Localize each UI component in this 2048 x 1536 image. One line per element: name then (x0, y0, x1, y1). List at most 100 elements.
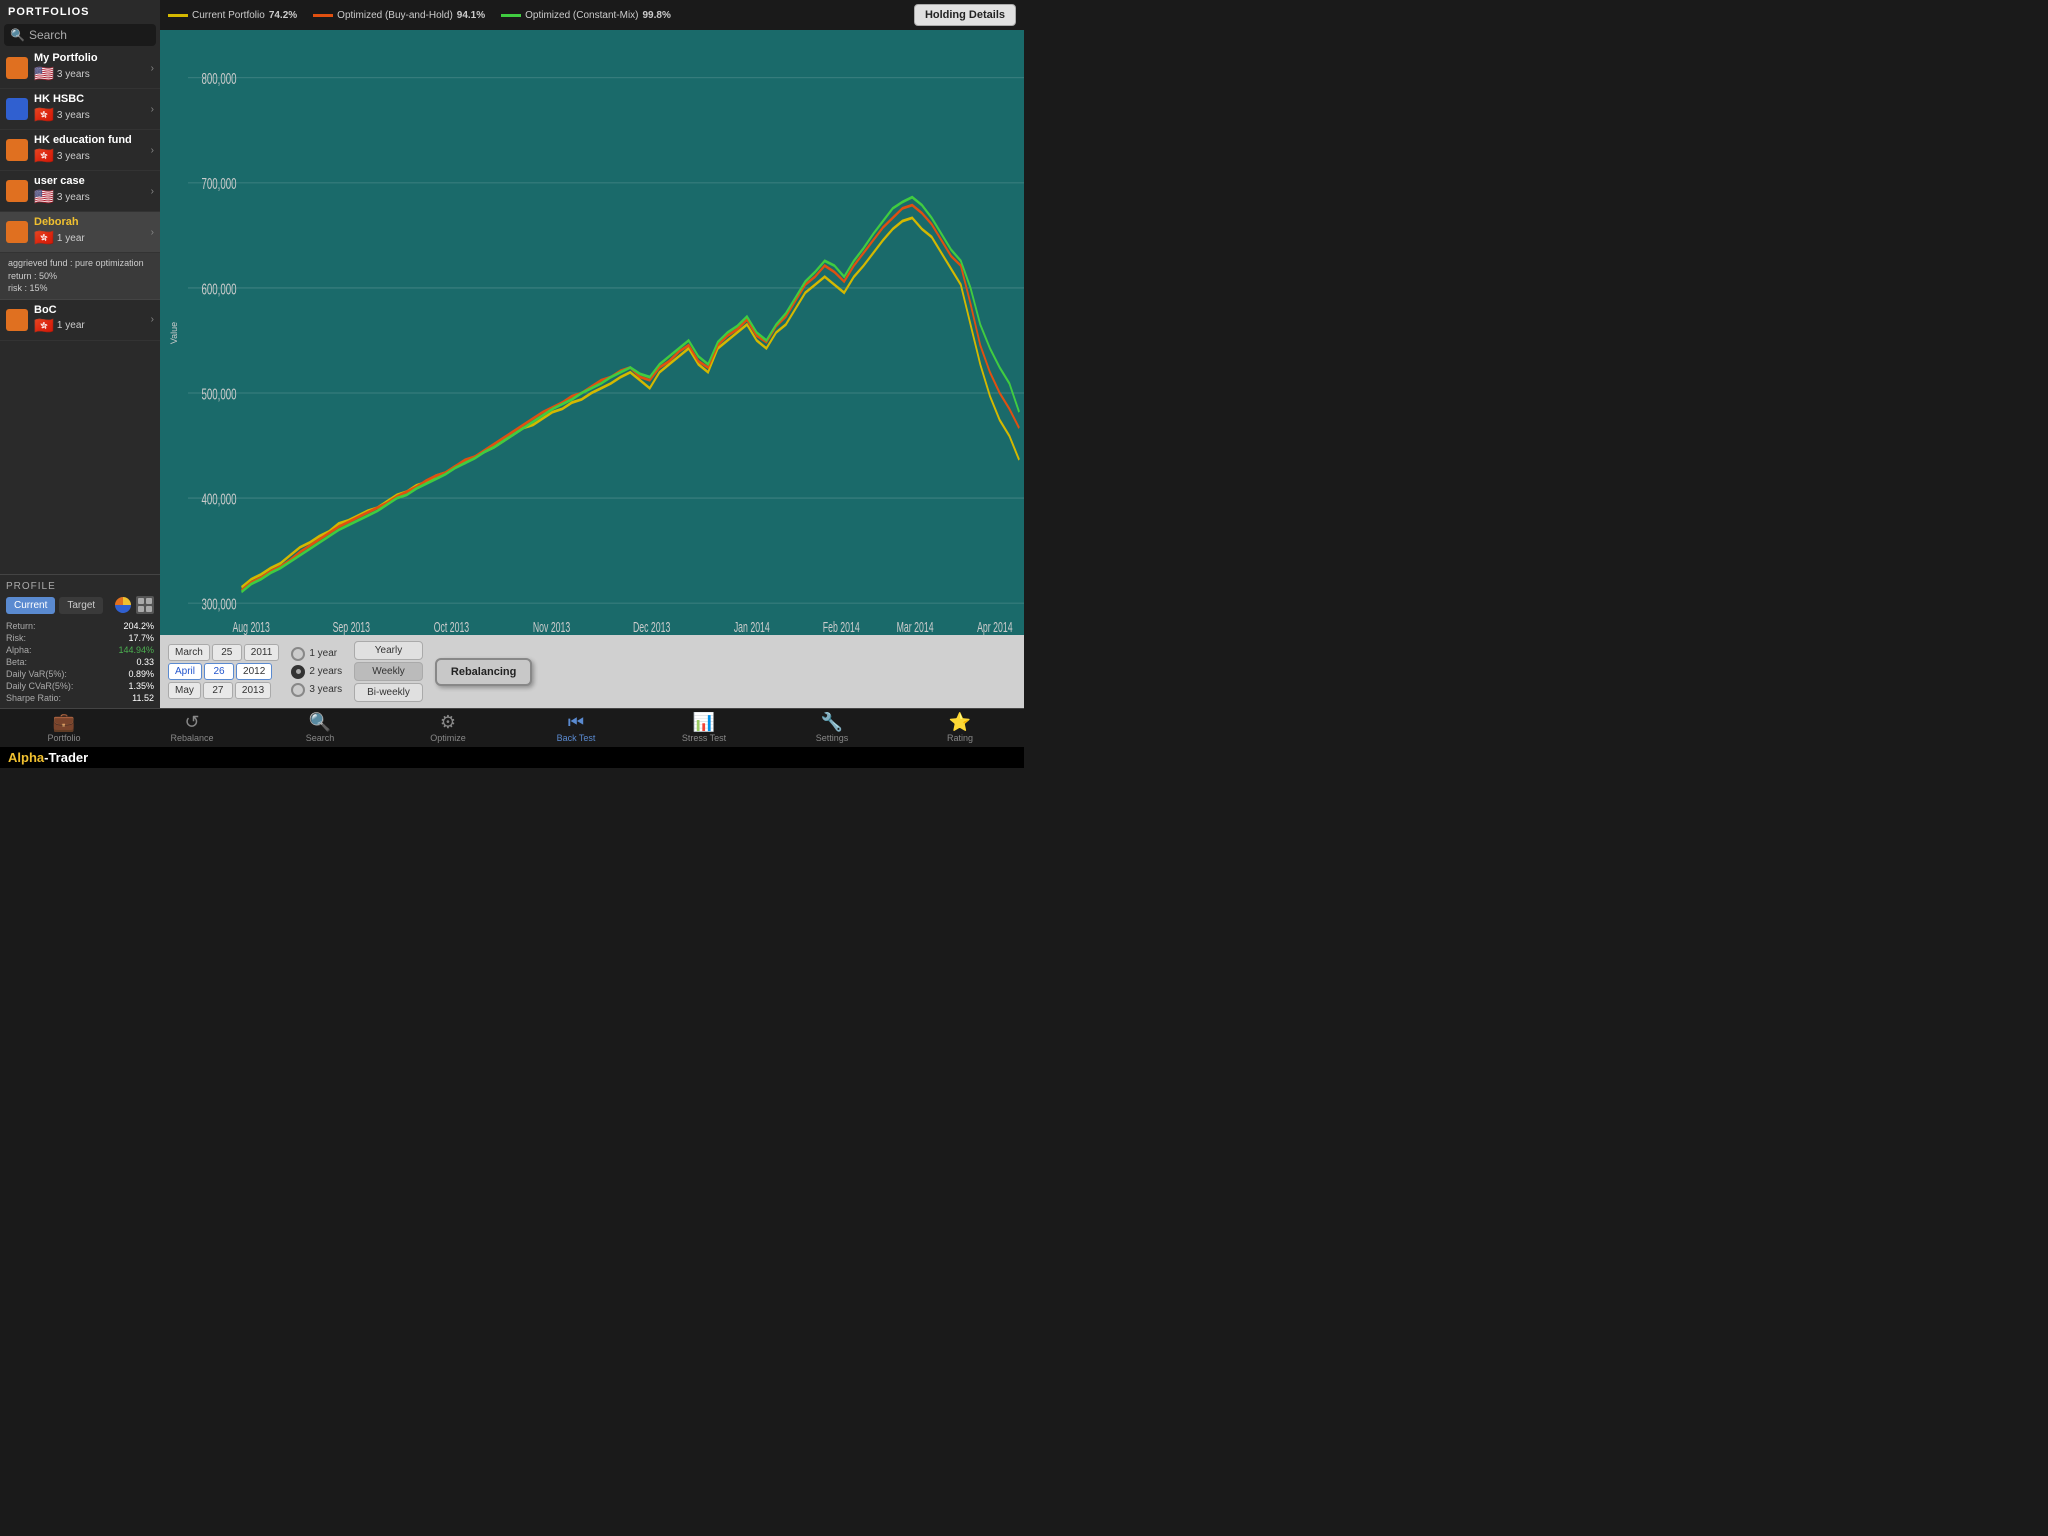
month-3[interactable]: May (168, 682, 201, 699)
flag-deborah: 🇭🇰 (34, 228, 54, 248)
portfolio-name-deborah: Deborah (34, 216, 151, 228)
svg-text:Oct 2013: Oct 2013 (434, 619, 470, 635)
radio-1-year (291, 647, 305, 661)
month-2[interactable]: April (168, 663, 202, 680)
year-2[interactable]: 2012 (236, 663, 272, 680)
years-user-case: 3 years (57, 192, 90, 203)
freq-weekly[interactable]: Weekly (354, 662, 423, 681)
profile-stats: Return: 204.2% Risk: 17.7% Alpha: 144.94… (6, 620, 154, 704)
svg-text:700,000: 700,000 (201, 175, 236, 193)
legend-color-constant-mix (501, 14, 521, 17)
period-3-years[interactable]: 3 years (291, 683, 342, 697)
chevron-hk-hsbc: › (151, 104, 154, 115)
legend-color-buy-hold (313, 14, 333, 17)
grid-icon[interactable] (136, 596, 154, 614)
y-axis-label: Value (169, 321, 179, 343)
nav-portfolio[interactable]: 💼 Portfolio (0, 709, 128, 747)
day-1[interactable]: 25 (212, 644, 242, 661)
nav-optimize[interactable]: ⚙ Optimize (384, 709, 512, 747)
chart-legend: Current Portfolio 74.2% Optimized (Buy-a… (160, 0, 1024, 30)
nav-search-label: Search (306, 733, 335, 743)
sidebar: PORTFOLIOS 🔍 Search My Portfolio 🇺🇸 3 ye… (0, 0, 160, 708)
year-1[interactable]: 2011 (244, 644, 280, 661)
stat-alpha: Alpha: 144.94% (6, 644, 154, 656)
holding-details-button[interactable]: Holding Details (914, 4, 1016, 26)
portfolio-item-boc[interactable]: BoC 🇭🇰 1 year › (0, 300, 160, 341)
portfolio-color-user-case (6, 180, 28, 202)
stat-beta: Beta: 0.33 (6, 656, 154, 668)
month-1[interactable]: March (168, 644, 210, 661)
years-deborah: 1 year (57, 233, 85, 244)
svg-text:Mar 2014: Mar 2014 (897, 619, 934, 635)
profile-view-icons (114, 596, 154, 614)
nav-stresstest[interactable]: 📊 Stress Test (640, 709, 768, 747)
legend-buy-hold: Optimized (Buy-and-Hold) 94.1% (313, 10, 485, 21)
legend-current: Current Portfolio 74.2% (168, 10, 297, 21)
rebalance-icon: ↺ (184, 713, 199, 731)
portfolio-item-hk-education[interactable]: HK education fund 🇭🇰 3 years › (0, 130, 160, 171)
period-1-year[interactable]: 1 year (291, 647, 342, 661)
years-my-portfolio: 3 years (57, 69, 90, 80)
flag-hk-hsbc: 🇭🇰 (34, 105, 54, 125)
chart-wrapper: Value 800,000 7 (160, 30, 1024, 635)
nav-rebalance-label: Rebalance (170, 733, 213, 743)
nav-search[interactable]: 🔍 Search (256, 709, 384, 747)
freq-biweekly[interactable]: Bi-weekly (354, 683, 423, 702)
svg-text:Apr 2014: Apr 2014 (977, 619, 1013, 635)
main-chart: 800,000 700,000 600,000 500,000 400,000 … (188, 30, 1024, 635)
date-picker: March 25 2011 April 26 2012 (168, 644, 279, 699)
period-3-years-label: 3 years (309, 684, 342, 695)
nav-backtest[interactable]: ⏮ Back Test (512, 709, 640, 747)
nav-rebalance[interactable]: ↺ Rebalance (128, 709, 256, 747)
app-title-alpha: Alpha (8, 750, 44, 765)
portfolio-color-boc (6, 309, 28, 331)
period-2-years-label: 2 years (309, 666, 342, 677)
bottom-navigation: 💼 Portfolio ↺ Rebalance 🔍 Search ⚙ Optim… (0, 708, 1024, 747)
portfolio-item-user-case[interactable]: user case 🇺🇸 3 years › (0, 171, 160, 212)
portfolio-color-hk-hsbc (6, 98, 28, 120)
nav-backtest-label: Back Test (557, 733, 596, 743)
svg-text:400,000: 400,000 (201, 490, 236, 508)
tab-target[interactable]: Target (59, 597, 103, 614)
tab-current[interactable]: Current (6, 597, 55, 614)
portfolio-item-hk-hsbc[interactable]: HK HSBC 🇭🇰 3 years › (0, 89, 160, 130)
flag-boc: 🇭🇰 (34, 316, 54, 336)
period-1-year-label: 1 year (309, 648, 337, 659)
chevron-deborah: › (151, 227, 154, 238)
portfolio-deborah-expanded: aggrieved fund : pure optimization retur… (0, 253, 160, 300)
nav-settings[interactable]: 🔧 Settings (768, 709, 896, 747)
search-bar[interactable]: 🔍 Search (4, 24, 156, 46)
deborah-description: aggrieved fund : pure optimization retur… (8, 257, 152, 295)
app-title-trader: -Trader (44, 750, 88, 765)
period-2-years[interactable]: 2 years (291, 665, 342, 679)
period-radio-group: 1 year 2 years 3 years (291, 647, 342, 697)
profile-tabs: Current Target (6, 596, 154, 614)
rebalancing-button[interactable]: Rebalancing (435, 658, 532, 686)
day-2[interactable]: 26 (204, 663, 234, 680)
nav-optimize-label: Optimize (430, 733, 466, 743)
profile-section: PROFILE Current Target (0, 574, 160, 708)
chevron-boc: › (151, 314, 154, 325)
portfolio-color-my-portfolio (6, 57, 28, 79)
year-3[interactable]: 2013 (235, 682, 271, 699)
radio-3-years (291, 683, 305, 697)
radio-2-years (291, 665, 305, 679)
stat-cvar: Daily CVaR(5%): 1.35% (6, 680, 154, 692)
nav-rating[interactable]: ⭐ Rating (896, 709, 1024, 747)
nav-settings-label: Settings (816, 733, 849, 743)
day-3[interactable]: 27 (203, 682, 233, 699)
profile-title: PROFILE (6, 581, 154, 592)
svg-text:Sep 2013: Sep 2013 (333, 619, 371, 635)
pie-chart-icon[interactable] (114, 596, 132, 614)
svg-text:600,000: 600,000 (201, 280, 236, 298)
flag-my-portfolio: 🇺🇸 (34, 64, 54, 84)
portfolio-item-deborah[interactable]: Deborah 🇭🇰 1 year › (0, 212, 160, 253)
portfolio-name-my-portfolio: My Portfolio (34, 52, 151, 64)
portfolio-item-my-portfolio[interactable]: My Portfolio 🇺🇸 3 years › (0, 48, 160, 89)
flag-user-case: 🇺🇸 (34, 187, 54, 207)
portfolio-name-hk-education: HK education fund (34, 134, 151, 146)
portfolio-name-user-case: user case (34, 175, 151, 187)
app-title-bar: Alpha -Trader (0, 747, 1024, 768)
svg-text:300,000: 300,000 (201, 595, 236, 613)
freq-yearly[interactable]: Yearly (354, 641, 423, 660)
